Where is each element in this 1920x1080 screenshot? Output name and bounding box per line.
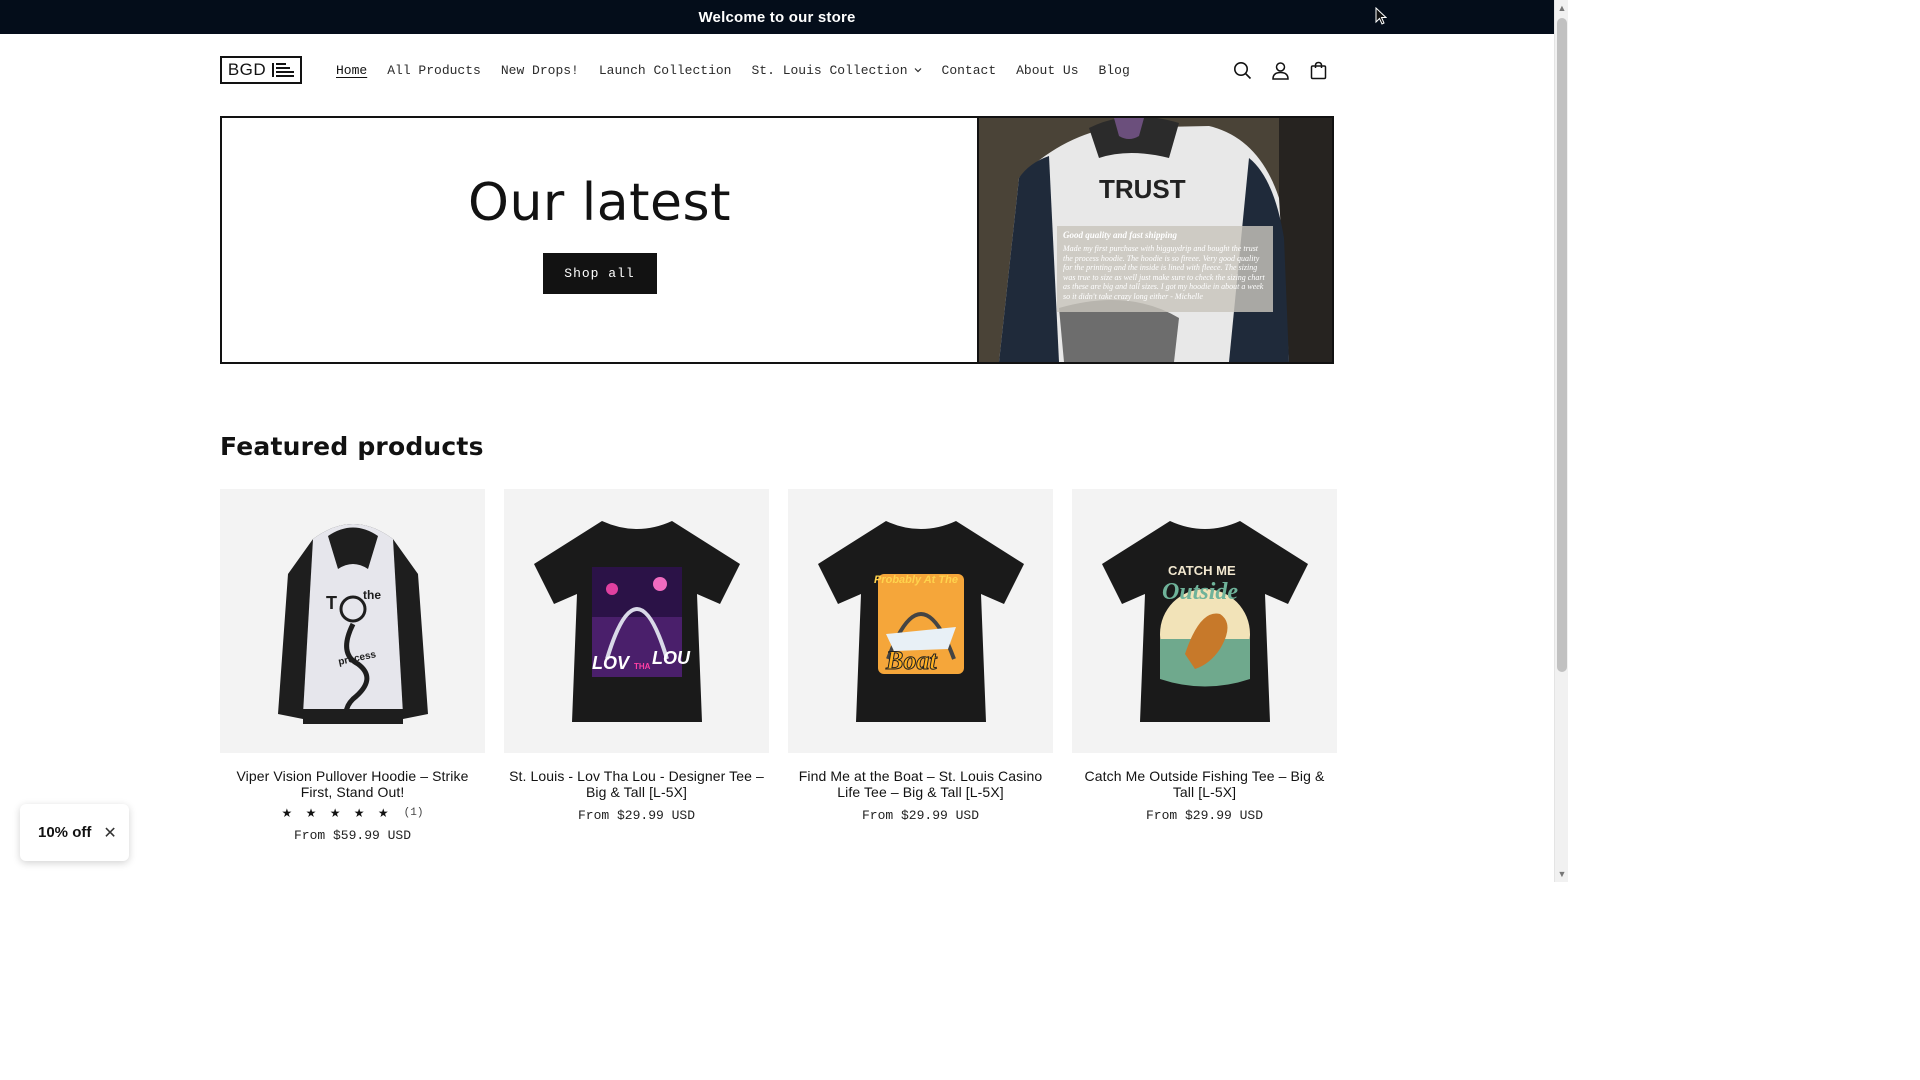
- product-card[interactable]: LOV THA LOU St. Louis - Lov Tha Lou - De…: [504, 489, 769, 843]
- product-price: From $29.99 USD: [577, 808, 696, 823]
- nav-about-us[interactable]: About Us: [1006, 63, 1088, 78]
- account-icon[interactable]: [1270, 60, 1290, 80]
- product-card[interactable]: T the process Viper Vision Pullover Hood…: [220, 489, 485, 843]
- scroll-up-icon[interactable]: ▲: [1557, 3, 1567, 13]
- product-card[interactable]: Probably At The Boat Find Me at the Boat…: [788, 489, 1053, 843]
- star-rating-icon: ★ ★ ★ ★ ★: [281, 806, 394, 820]
- product-title[interactable]: Find Me at the Boat – St. Louis Casino L…: [791, 768, 1051, 800]
- svg-text:LOU: LOU: [652, 648, 691, 668]
- product-title[interactable]: St. Louis - Lov Tha Lou - Designer Tee –…: [507, 768, 767, 800]
- svg-text:LOV: LOV: [592, 653, 631, 673]
- product-price: From $59.99 USD: [293, 828, 412, 843]
- scroll-down-icon[interactable]: ▼: [1557, 869, 1567, 879]
- product-image-lov-tha-lou-tee[interactable]: LOV THA LOU: [504, 489, 769, 753]
- discount-popup[interactable]: 10% off ✕: [20, 804, 129, 861]
- nav-blog[interactable]: Blog: [1089, 63, 1140, 78]
- logo-mark-icon: [272, 63, 295, 77]
- nav-st-louis-collection[interactable]: St. Louis Collection: [741, 63, 931, 78]
- nav-st-louis-label: St. Louis Collection: [751, 62, 908, 78]
- logo-text: BGD: [227, 60, 267, 79]
- review-body: Made my first purchase with bigguydrip a…: [1063, 244, 1265, 301]
- product-image-fishing-tee[interactable]: CATCH ME Outside: [1072, 489, 1337, 753]
- svg-text:Outside: Outside: [1162, 579, 1238, 605]
- svg-text:Probably At The: Probably At The: [874, 574, 958, 586]
- nav-new-drops[interactable]: New Drops!: [491, 63, 589, 78]
- chevron-down-icon: [914, 68, 921, 73]
- header-icons: [1232, 60, 1328, 80]
- product-rating: ★ ★ ★ ★ ★ (1): [282, 806, 424, 820]
- featured-products-heading: Featured products: [220, 432, 484, 461]
- hero-title: Our latest: [468, 172, 731, 233]
- product-grid: T the process Viper Vision Pullover Hood…: [220, 489, 1337, 843]
- nav-all-products[interactable]: All Products: [377, 63, 491, 78]
- review-overlay: Good quality and fast shipping Made my f…: [1057, 226, 1273, 312]
- close-icon[interactable]: ✕: [103, 823, 116, 843]
- svg-text:T: T: [326, 593, 337, 613]
- search-icon[interactable]: [1232, 60, 1252, 80]
- svg-text:THA: THA: [634, 662, 651, 671]
- main-nav: Home All Products New Drops! Launch Coll…: [336, 63, 1140, 78]
- cart-icon[interactable]: [1308, 60, 1328, 80]
- svg-text:the: the: [363, 588, 381, 602]
- announcement-text: Welcome to our store: [698, 8, 856, 26]
- product-card[interactable]: CATCH ME Outside Catch Me Outside Fishin…: [1072, 489, 1337, 843]
- product-image-hoodie[interactable]: T the process: [220, 489, 485, 753]
- product-image-boat-tee[interactable]: Probably At The Boat: [788, 489, 1053, 753]
- product-price: From $29.99 USD: [861, 808, 980, 823]
- review-title: Good quality and fast shipping: [1063, 230, 1178, 240]
- nav-contact[interactable]: Contact: [932, 63, 1007, 78]
- store-logo[interactable]: BGD: [220, 56, 302, 84]
- hero-image: TRUST Good quality and fast shipping Mad…: [977, 118, 1332, 362]
- site-header: BGD Home All Products New Drops! Launch …: [220, 34, 1334, 106]
- hero-content: Our latest Shop all: [222, 118, 977, 362]
- product-title[interactable]: Viper Vision Pullover Hoodie – Strike Fi…: [223, 768, 483, 800]
- discount-label[interactable]: 10% off: [38, 824, 91, 841]
- hero-banner: Our latest Shop all TRUST Good quality a…: [220, 116, 1334, 364]
- nav-launch-collection[interactable]: Launch Collection: [589, 63, 742, 78]
- svg-text:CATCH ME: CATCH ME: [1168, 563, 1236, 578]
- page-scrollbar[interactable]: ▲ ▼: [1554, 0, 1568, 882]
- announcement-bar: Welcome to our store: [0, 0, 1554, 34]
- shop-all-button[interactable]: Shop all: [542, 252, 657, 294]
- nav-home[interactable]: Home: [336, 63, 377, 78]
- product-price: From $29.99 USD: [1145, 808, 1264, 823]
- svg-text:Boat: Boat: [885, 646, 937, 675]
- rating-count: (1): [403, 807, 424, 819]
- svg-text:TRUST: TRUST: [1099, 174, 1186, 204]
- product-title[interactable]: Catch Me Outside Fishing Tee – Big & Tal…: [1075, 768, 1335, 800]
- mouse-cursor-icon: [1375, 7, 1387, 25]
- scrollbar-thumb[interactable]: [1557, 18, 1567, 672]
